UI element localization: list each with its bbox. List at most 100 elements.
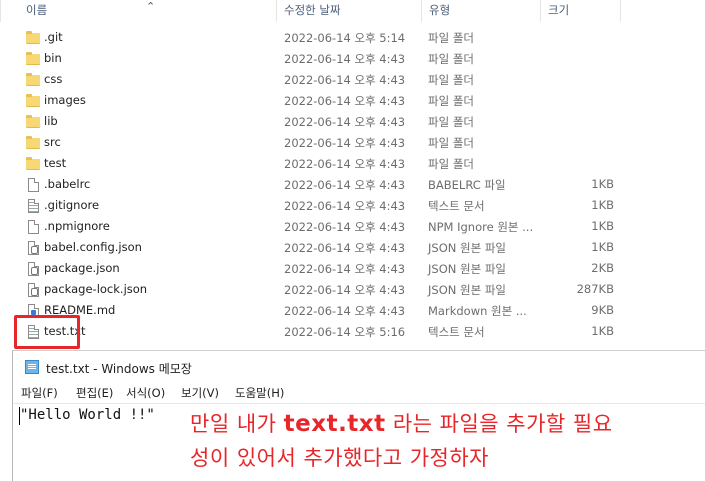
column-separator[interactable] (620, 0, 621, 22)
file-date: 2022-06-14 오후 4:43 (284, 262, 406, 276)
annotation-part-1: 만일 내가 (190, 412, 284, 436)
json-file-icon (28, 262, 39, 276)
file-name: src (44, 135, 61, 149)
file-row[interactable]: images 2022-06-14 오후 4:43 파일 폴더 (0, 91, 705, 112)
menu-file[interactable]: 파일(F) (21, 385, 58, 401)
file-size: 1KB (591, 219, 614, 233)
column-date-header[interactable]: 수정한 날짜 (280, 0, 341, 22)
column-separator[interactable] (276, 0, 277, 22)
file-name: .npmignore (44, 219, 110, 233)
file-date: 2022-06-14 오후 4:43 (284, 199, 406, 213)
column-name-header[interactable]: 이름 (22, 0, 47, 22)
editor-content[interactable]: "Hello World !!" (20, 407, 155, 423)
annotation-text: 만일 내가 text.txt 라는 파일을 추가할 필요 성이 있어서 추가했다… (190, 407, 700, 475)
annotation-part-2: 라는 파일을 추가할 필요 (385, 412, 613, 436)
file-name: .babelrc (44, 177, 91, 191)
menu-format[interactable]: 서식(O) (126, 385, 165, 401)
file-icon (28, 220, 39, 234)
title-bar[interactable]: test.txt - Windows 메모장 (13, 351, 705, 383)
file-date: 2022-06-14 오후 5:16 (284, 325, 406, 339)
folder-icon (26, 157, 40, 170)
file-name: images (44, 93, 86, 107)
file-type: 파일 폴더 (428, 94, 474, 108)
menu-help[interactable]: 도움말(H) (235, 385, 284, 401)
file-name: babel.config.json (44, 240, 142, 254)
column-header: ⌃ 이름 수정한 날짜 유형 크기 (0, 0, 705, 22)
window-title: test.txt - Windows 메모장 (46, 362, 192, 376)
file-name: css (44, 72, 63, 86)
file-row[interactable]: .git 2022-06-14 오후 5:14 파일 폴더 (0, 28, 705, 49)
file-type: 텍스트 문서 (428, 199, 485, 213)
column-separator[interactable] (540, 0, 541, 22)
file-row[interactable]: test 2022-06-14 오후 4:43 파일 폴더 (0, 154, 705, 175)
file-size: 1KB (591, 240, 614, 254)
text-file-icon (28, 199, 39, 213)
menu-edit[interactable]: 편집(E) (76, 385, 113, 401)
json-file-icon (28, 283, 39, 297)
file-date: 2022-06-14 오후 4:43 (284, 115, 406, 129)
menu-view[interactable]: 보기(V) (181, 385, 219, 401)
file-row[interactable]: README.md 2022-06-14 오후 4:43 Markdown 원본 .… (0, 301, 705, 322)
file-name: bin (44, 51, 62, 65)
highlight-box (14, 315, 80, 349)
file-size: 287KB (576, 282, 614, 296)
column-type-header[interactable]: 유형 (425, 0, 450, 22)
file-size: 9KB (591, 303, 614, 317)
file-row[interactable]: .babelrc 2022-06-14 오후 4:43 BABELRC 파일 1KB (0, 175, 705, 196)
file-type: 파일 폴더 (428, 52, 474, 66)
folder-icon (26, 52, 40, 65)
file-explorer: ⌃ 이름 수정한 날짜 유형 크기 .git 2022-06-14 오후 5:14… (0, 0, 705, 350)
folder-icon (26, 94, 40, 107)
file-date: 2022-06-14 오후 4:43 (284, 220, 406, 234)
file-row[interactable]: .gitignore 2022-06-14 오후 4:43 텍스트 문서 1KB (0, 196, 705, 217)
file-date: 2022-06-14 오후 4:43 (284, 136, 406, 150)
file-date: 2022-06-14 오후 4:43 (284, 52, 406, 66)
file-date: 2022-06-14 오후 4:43 (284, 283, 406, 297)
file-row[interactable]: package.json 2022-06-14 오후 4:43 JSON 원본 파일… (0, 259, 705, 280)
file-date: 2022-06-14 오후 4:43 (284, 157, 406, 171)
file-row[interactable]: css 2022-06-14 오후 4:43 파일 폴더 (0, 70, 705, 91)
file-row[interactable]: package-lock.json 2022-06-14 오후 4:43 JSON … (0, 280, 705, 301)
annotation-filename: text.txt (283, 411, 386, 437)
folder-icon (26, 31, 40, 44)
file-name: lib (44, 114, 58, 128)
file-row[interactable]: bin 2022-06-14 오후 4:43 파일 폴더 (0, 49, 705, 70)
file-name: .git (44, 30, 63, 44)
file-size: 1KB (591, 324, 614, 338)
column-separator[interactable] (0, 0, 1, 22)
file-size: 2KB (591, 261, 614, 275)
file-size: 1KB (591, 198, 614, 212)
column-separator[interactable] (421, 0, 422, 22)
file-type: 파일 폴더 (428, 136, 474, 150)
chevron-down-icon[interactable]: ⌃ (146, 0, 155, 14)
file-type: 파일 폴더 (428, 31, 474, 45)
column-size-header[interactable]: 크기 (544, 0, 569, 22)
file-date: 2022-06-14 오후 4:43 (284, 73, 406, 87)
file-row[interactable]: test.txt 2022-06-14 오후 5:16 텍스트 문서 1KB (0, 322, 705, 343)
file-name: package-lock.json (44, 282, 148, 296)
file-row[interactable]: src 2022-06-14 오후 4:43 파일 폴더 (0, 133, 705, 154)
notepad-icon (25, 360, 39, 374)
file-date: 2022-06-14 오후 4:43 (284, 178, 406, 192)
folder-icon (26, 115, 40, 128)
file-date: 2022-06-14 오후 5:14 (284, 31, 406, 45)
file-name: test (44, 156, 67, 170)
file-row[interactable]: lib 2022-06-14 오후 4:43 파일 폴더 (0, 112, 705, 133)
file-name: package.json (44, 261, 120, 275)
file-type: JSON 원본 파일 (428, 262, 506, 276)
file-name: .gitignore (44, 198, 100, 212)
file-type: Markdown 원본 ... (428, 304, 527, 318)
file-row[interactable]: babel.config.json 2022-06-14 오후 4:43 JSON … (0, 238, 705, 259)
annotation-line-1: 만일 내가 text.txt 라는 파일을 추가할 필요 (190, 407, 700, 441)
file-type: BABELRC 파일 (428, 178, 506, 192)
file-type: JSON 원본 파일 (428, 241, 506, 255)
menu-bar: 파일(F) 편집(E) 서식(O) 보기(V) 도움말(H) (13, 383, 705, 403)
file-type: JSON 원본 파일 (428, 283, 506, 297)
file-icon (28, 178, 39, 192)
annotation-line-2: 성이 있어서 추가했다고 가정하자 (190, 446, 490, 470)
file-type: 파일 폴더 (428, 157, 474, 171)
file-row[interactable]: .npmignore 2022-06-14 오후 4:43 NPM Ignore 원… (0, 217, 705, 238)
file-date: 2022-06-14 오후 4:43 (284, 94, 406, 108)
folder-icon (26, 136, 40, 149)
file-type: 텍스트 문서 (428, 325, 485, 339)
